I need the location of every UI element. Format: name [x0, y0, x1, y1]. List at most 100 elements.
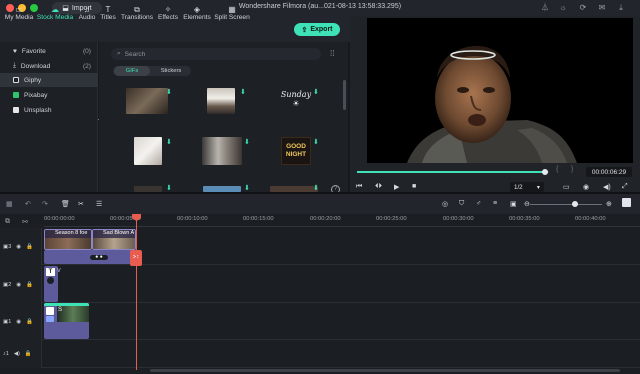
- lock-icon[interactable]: 🔒: [26, 244, 33, 250]
- lock-icon[interactable]: 🔒: [26, 282, 33, 288]
- gif-thumbnail[interactable]: [126, 88, 168, 114]
- download-icon[interactable]: ⬇: [166, 89, 172, 96]
- sidebar-item-unsplash[interactable]: Unsplash: [0, 103, 98, 117]
- sidebar-item-favorite[interactable]: ♥ Favorite (0): [0, 44, 98, 58]
- tab-stock-media[interactable]: ☁ Stock Media: [36, 0, 74, 26]
- eye-icon[interactable]: ◉: [16, 282, 21, 288]
- sidebar-item-pixabay[interactable]: Pixabay: [0, 88, 98, 102]
- download-icon[interactable]: ⬇: [313, 89, 319, 96]
- undo-icon[interactable]: ↶: [25, 200, 31, 208]
- mark-in-icon[interactable]: {: [556, 166, 558, 173]
- tab-titles[interactable]: T Titles: [99, 0, 117, 26]
- snapshot-icon[interactable]: ◉: [583, 183, 589, 191]
- tab-gifs[interactable]: GIFs: [114, 66, 150, 76]
- add-track-icon[interactable]: ⧉: [5, 218, 10, 226]
- download-icon[interactable]: ⬇: [166, 185, 172, 192]
- link-icon[interactable]: ⚯: [22, 218, 28, 226]
- monitor-icon[interactable]: ▭: [563, 183, 570, 191]
- previous-frame-icon[interactable]: ⏮: [356, 183, 362, 191]
- mark-out-icon[interactable]: }: [571, 166, 573, 173]
- audio-track-icon: ♪1: [3, 351, 9, 357]
- timeline-scrollbar[interactable]: [150, 369, 620, 372]
- sidebar-item-download[interactable]: ⤓ Download (2): [0, 59, 98, 73]
- tab-effects[interactable]: ✧ Effects: [156, 0, 180, 26]
- sunday-sticker[interactable]: Sunday ☀: [279, 90, 313, 112]
- split-icon[interactable]: ✂: [78, 200, 84, 208]
- video-preview[interactable]: [367, 18, 633, 163]
- preview-progress: [357, 171, 546, 173]
- download-icon[interactable]: ⬇: [313, 139, 319, 146]
- download-icon[interactable]: ⬇: [313, 185, 319, 192]
- gif-thumbnail[interactable]: [202, 137, 242, 165]
- media-scrollbar[interactable]: [343, 80, 346, 110]
- tab-transitions[interactable]: ⧉ Transitions: [119, 0, 155, 26]
- play-reverse-icon[interactable]: ⏴⏵: [375, 183, 382, 191]
- download-icon[interactable]: ⬇: [244, 139, 250, 146]
- zoom-in-icon[interactable]: ⊕: [606, 200, 612, 208]
- lock-icon[interactable]: 🔒: [25, 351, 32, 357]
- good-night-sticker[interactable]: GOOD NIGHT: [281, 137, 311, 165]
- crop-icon[interactable]: ☰: [96, 200, 102, 208]
- keyframe-dots-icon[interactable]: ● ●: [90, 255, 108, 260]
- volume-icon[interactable]: ◀): [14, 351, 20, 357]
- download-icon[interactable]: ⬇: [240, 89, 246, 96]
- tab-my-media[interactable]: ▭ My Media: [4, 0, 34, 26]
- light-icon[interactable]: ☼: [558, 3, 568, 13]
- gif-thumbnail[interactable]: [134, 137, 162, 165]
- unsplash-icon: [13, 107, 19, 113]
- ruler-label: 00:00:35:00: [509, 216, 540, 222]
- render-icon[interactable]: ◎: [442, 200, 448, 208]
- timeline-clip[interactable]: Season 8 foe: [44, 229, 92, 250]
- sync-icon[interactable]: ⟳: [578, 3, 588, 13]
- ruler-label: 00:00:00:00: [44, 216, 75, 222]
- eye-icon[interactable]: ◉: [16, 319, 21, 325]
- account-icon[interactable]: ⏃: [540, 3, 550, 13]
- tab-split-screen[interactable]: ▦ Split Screen: [213, 0, 251, 26]
- mask-icon: [47, 277, 54, 284]
- effects-icon: ✧: [164, 5, 172, 14]
- delete-icon[interactable]: 🗑: [61, 200, 70, 208]
- zoom-slider[interactable]: [530, 204, 602, 205]
- playhead[interactable]: [136, 214, 137, 370]
- zoom-out-icon[interactable]: ⊖: [524, 200, 530, 208]
- grid-icon[interactable]: ▦: [6, 200, 13, 208]
- play-badge-icon: [46, 307, 54, 315]
- tab-elements[interactable]: ◈ Elements: [182, 0, 212, 26]
- text-icon: T: [105, 5, 111, 14]
- tab-audio[interactable]: ♫ Audio: [77, 0, 97, 26]
- ruler-label: 00:00:15:00: [243, 216, 274, 222]
- download-icon[interactable]: ⬇: [244, 185, 250, 192]
- stop-icon[interactable]: ■: [412, 183, 416, 190]
- preview-quality-select[interactable]: 1/2 ▾: [510, 182, 544, 192]
- zoom-slider-handle[interactable]: [572, 201, 578, 207]
- grid-view-icon[interactable]: ⁞⁞: [330, 49, 334, 58]
- lock-icon[interactable]: 🔒: [26, 319, 33, 325]
- transition-icon: ⧉: [134, 5, 140, 14]
- list-icon[interactable]: ≡: [493, 200, 497, 207]
- download-icon[interactable]: ⬇: [166, 139, 172, 146]
- title-clip[interactable]: T: [44, 266, 58, 302]
- sidebar-item-giphy[interactable]: Giphy: [0, 73, 98, 87]
- timeline-clip[interactable]: Sad Blown A: [92, 229, 136, 250]
- title-clip-extension: V: [57, 266, 136, 302]
- export-button[interactable]: ⇪ Export: [294, 23, 340, 36]
- timeline-clip[interactable]: S: [44, 303, 89, 339]
- eye-icon[interactable]: ◉: [16, 244, 21, 250]
- play-icon[interactable]: ▶: [394, 183, 399, 191]
- heart-icon: ♥: [13, 47, 17, 55]
- gif-thumbnail[interactable]: [207, 88, 235, 114]
- subtitle-icon[interactable]: ▣: [510, 200, 517, 208]
- preview-timecode: 00:00:06:29: [586, 167, 632, 177]
- tab-stickers[interactable]: Stickers: [152, 66, 190, 76]
- fullscreen-icon[interactable]: ⤢: [622, 183, 628, 191]
- search-input[interactable]: ⌕ Search: [111, 48, 321, 60]
- microphone-icon[interactable]: ♂: [476, 200, 481, 207]
- ruler-label: 00:00:40:00: [575, 216, 606, 222]
- download-icon[interactable]: ⤓: [616, 3, 626, 13]
- folder-icon: ▭: [15, 5, 23, 14]
- volume-icon[interactable]: ◀): [603, 183, 611, 191]
- shield-icon[interactable]: ⛉: [459, 200, 464, 208]
- redo-icon[interactable]: ↷: [42, 200, 48, 208]
- fit-timeline-icon[interactable]: [622, 198, 631, 207]
- notification-icon[interactable]: ✉: [597, 3, 607, 13]
